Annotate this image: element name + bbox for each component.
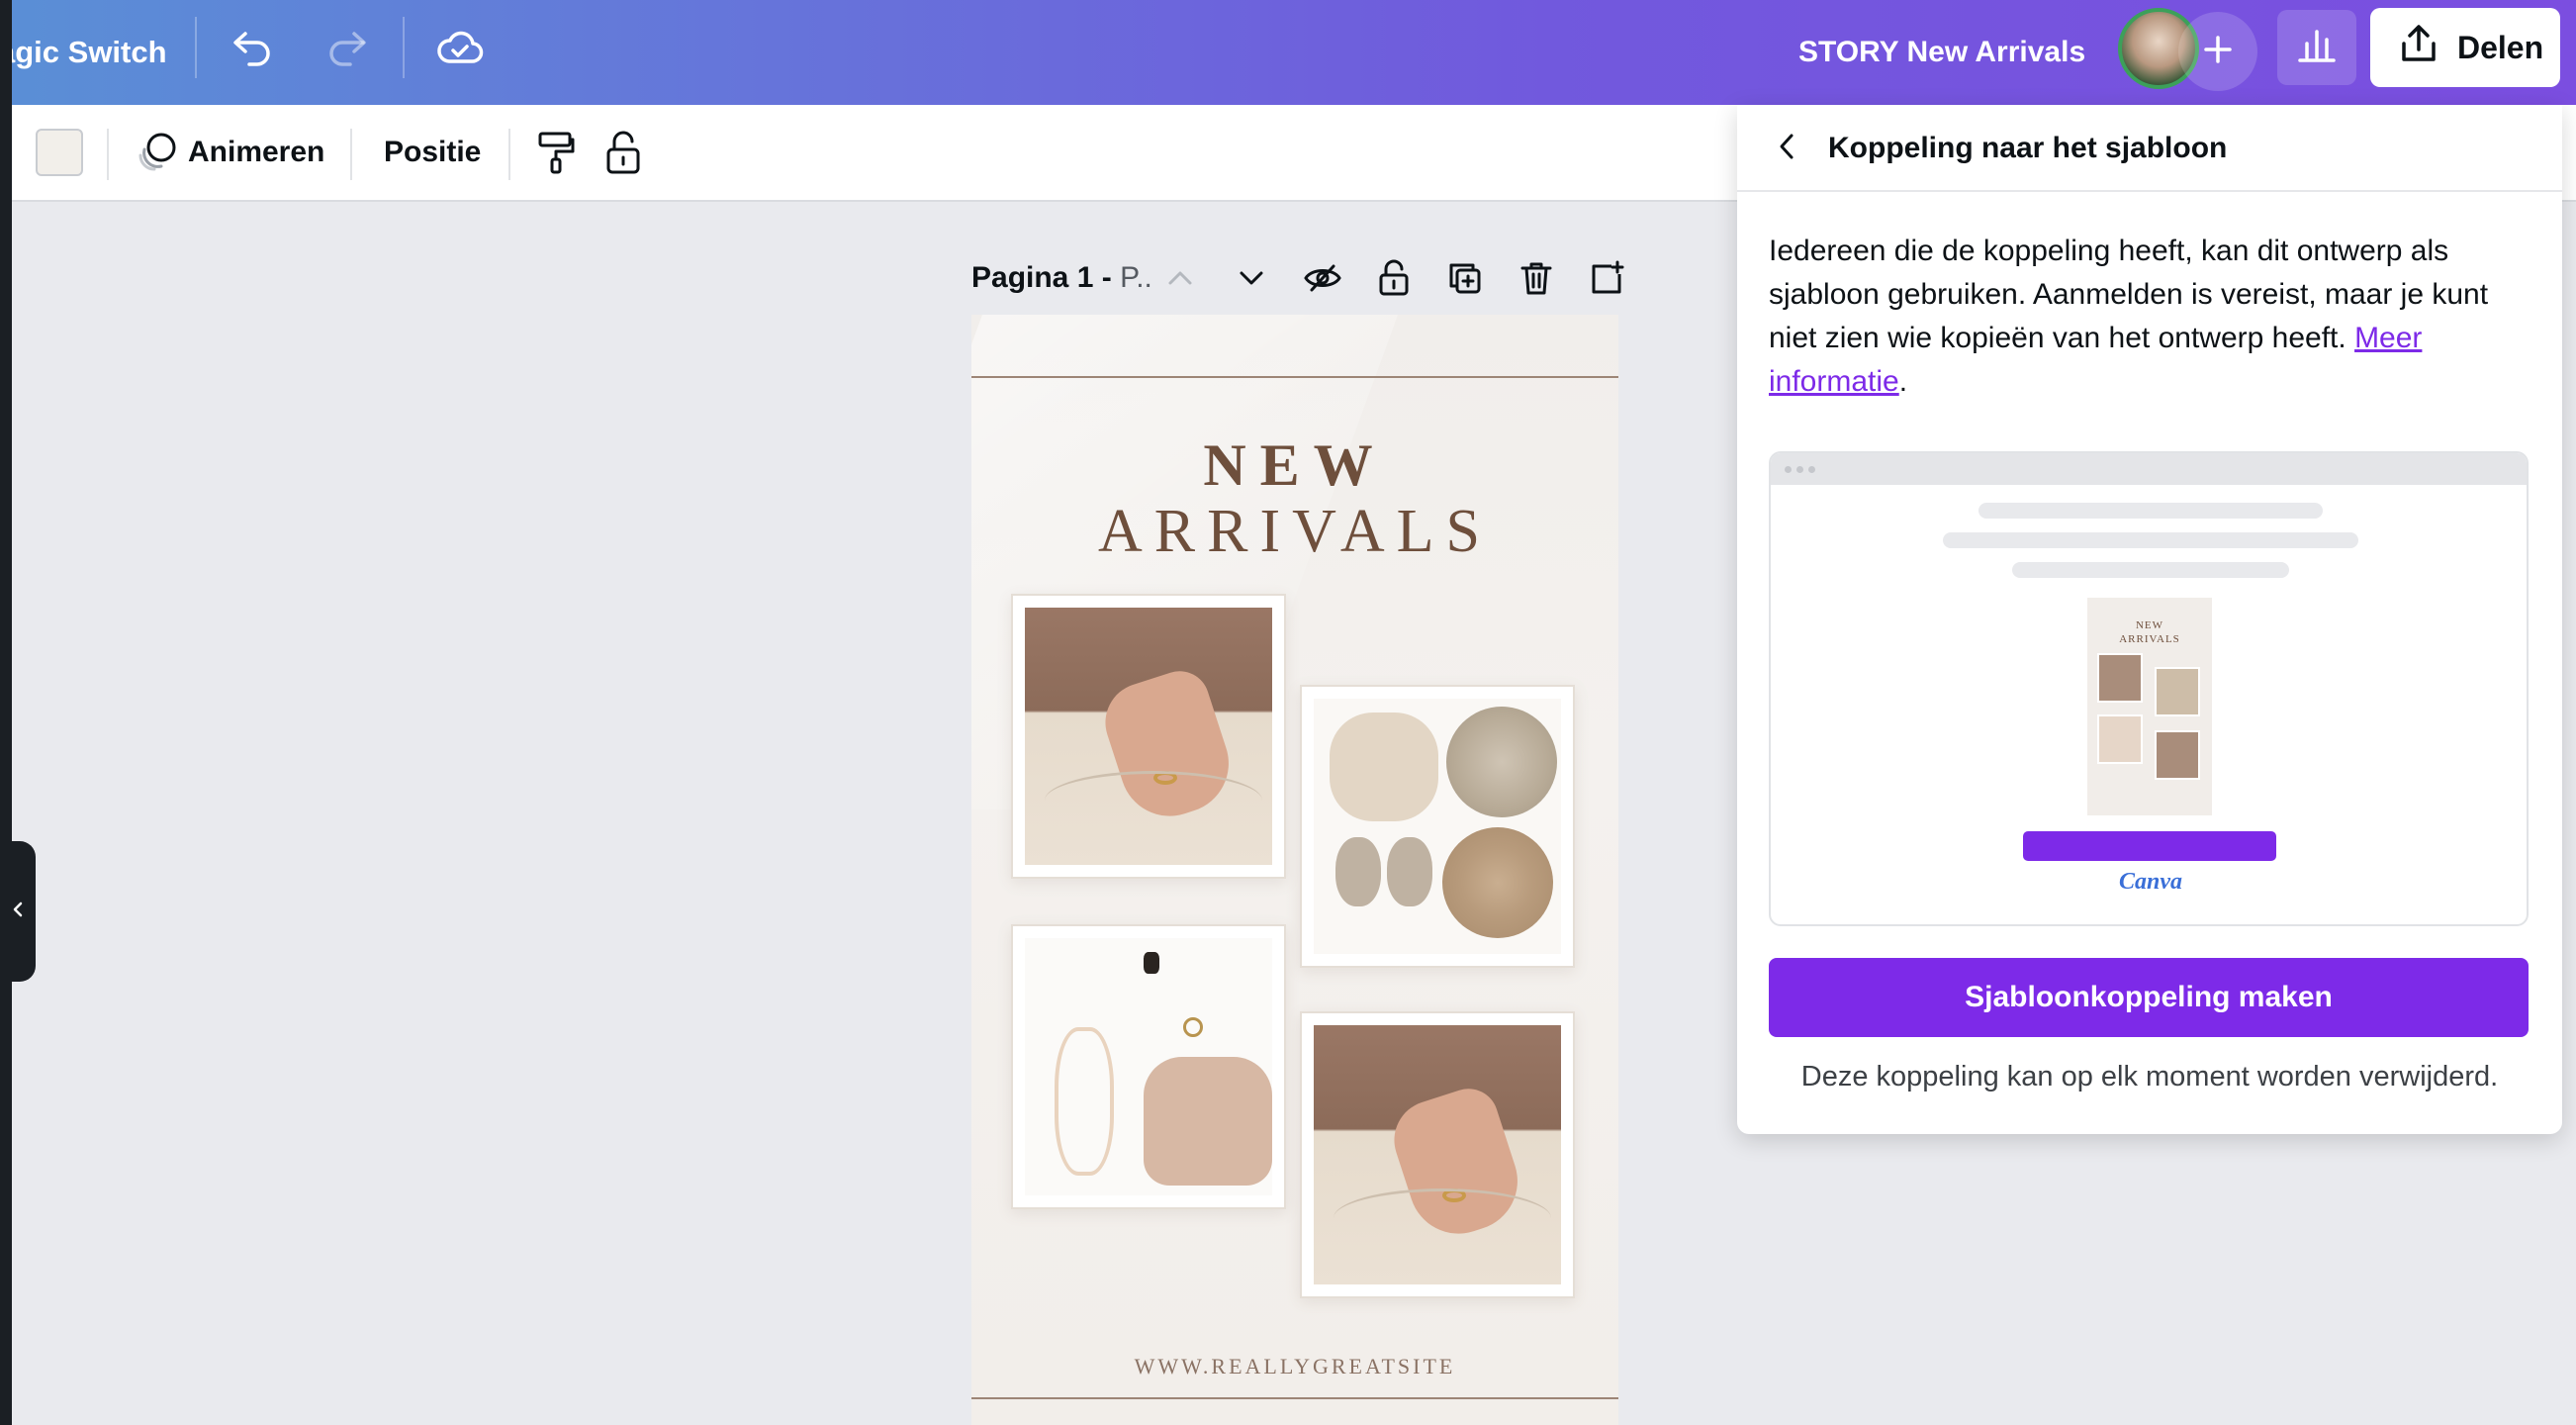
design-website-url[interactable]: WWW.REALLYGREATSITE bbox=[971, 1354, 1618, 1379]
preview-button-placeholder bbox=[2023, 831, 2276, 861]
canva-logo: Canva bbox=[2118, 869, 2182, 895]
chevron-down-icon[interactable] bbox=[1227, 253, 1276, 303]
background-color-swatch[interactable] bbox=[36, 129, 83, 176]
photo-frame[interactable] bbox=[1011, 924, 1286, 1209]
template-link-panel: Koppeling naar het sjabloon Iedereen die… bbox=[1737, 105, 2562, 1134]
photo-knits-flatlay bbox=[1314, 699, 1561, 954]
share-label: Delen bbox=[2457, 29, 2544, 65]
back-button[interactable] bbox=[1761, 123, 1812, 174]
undo-icon[interactable] bbox=[222, 20, 285, 75]
divider bbox=[195, 17, 197, 78]
divider bbox=[107, 129, 109, 180]
chevron-left-icon bbox=[11, 900, 25, 924]
chevron-left-icon bbox=[1777, 132, 1796, 166]
photo-frame[interactable] bbox=[1300, 1011, 1575, 1298]
photo-frame[interactable] bbox=[1011, 594, 1286, 879]
unlock-icon[interactable] bbox=[598, 127, 649, 178]
bottom-rule bbox=[971, 1397, 1618, 1399]
delete-page-icon[interactable] bbox=[1512, 253, 1561, 303]
placeholder-line bbox=[1978, 503, 2323, 519]
cloud-sync-icon[interactable] bbox=[428, 20, 492, 75]
divider bbox=[350, 129, 352, 180]
photo-frame[interactable] bbox=[1300, 685, 1575, 968]
mini-title-arrivals: ARRIVALS bbox=[2119, 633, 2180, 645]
plus-icon bbox=[2203, 35, 2233, 69]
position-button[interactable]: Positie bbox=[384, 105, 481, 200]
create-template-link-button[interactable]: Sjabloonkoppeling maken bbox=[1769, 958, 2529, 1037]
animate-icon[interactable] bbox=[133, 127, 184, 178]
redo-icon[interactable] bbox=[315, 20, 378, 75]
duplicate-page-icon[interactable] bbox=[1440, 253, 1490, 303]
panel-header: Koppeling naar het sjabloon bbox=[1737, 105, 2562, 192]
page-title-rest: P.. bbox=[1120, 261, 1152, 294]
placeholder-line bbox=[2012, 562, 2289, 578]
panel-footnote: Deze koppeling kan op elk moment worden … bbox=[1800, 1061, 2499, 1092]
lock-page-icon[interactable] bbox=[1369, 253, 1419, 303]
browser-bar bbox=[1771, 453, 2527, 485]
design-heading-arrivals[interactable]: ARRIVALS bbox=[971, 497, 1618, 567]
add-page-icon[interactable] bbox=[1583, 253, 1632, 303]
mini-design-thumbnail: NEW ARRIVALS bbox=[2087, 598, 2212, 815]
share-button[interactable]: Delen bbox=[2370, 8, 2560, 87]
mini-title-new: NEW bbox=[2135, 619, 2164, 631]
upload-icon bbox=[2400, 24, 2438, 71]
top-bar: agic Switch STORY New Arrivals Delen bbox=[0, 0, 2576, 105]
design-title[interactable]: STORY New Arrivals bbox=[1798, 0, 2085, 105]
panel-title: Koppeling naar het sjabloon bbox=[1828, 132, 2228, 164]
panel-description: Iedereen die de koppeling heeft, kan dit… bbox=[1769, 230, 2540, 404]
placeholder-line bbox=[1943, 532, 2358, 548]
add-collaborator-button[interactable] bbox=[2178, 12, 2257, 91]
paint-roller-icon[interactable] bbox=[530, 127, 582, 178]
page-title[interactable]: Pagina 1 - P.. bbox=[971, 253, 1152, 303]
photo-outfit-pocket bbox=[1025, 608, 1272, 865]
animate-button[interactable]: Animeren bbox=[188, 105, 324, 200]
magic-switch-button[interactable]: agic Switch bbox=[0, 0, 167, 105]
divider bbox=[508, 129, 510, 180]
template-link-preview: NEW ARRIVALS Canva bbox=[1769, 451, 2529, 926]
divider bbox=[403, 17, 405, 78]
chevron-up-icon[interactable] bbox=[1155, 253, 1205, 303]
design-canvas[interactable]: NEW ARRIVALS WWW.REALLYGREATSITE bbox=[971, 315, 1618, 1425]
photo-sandals-flatlay bbox=[1025, 938, 1272, 1195]
collapse-sidebar-button[interactable] bbox=[0, 841, 36, 982]
hide-page-icon[interactable] bbox=[1298, 253, 1347, 303]
photo-outfit-pocket bbox=[1314, 1025, 1561, 1284]
bar-chart-icon bbox=[2297, 28, 2337, 68]
page-title-bold: Pagina 1 - bbox=[971, 261, 1112, 294]
top-rule bbox=[971, 376, 1618, 378]
insights-button[interactable] bbox=[2277, 10, 2356, 85]
left-rail bbox=[0, 0, 12, 1425]
description-period: . bbox=[1898, 365, 1908, 398]
design-heading-new[interactable]: NEW bbox=[971, 431, 1618, 500]
